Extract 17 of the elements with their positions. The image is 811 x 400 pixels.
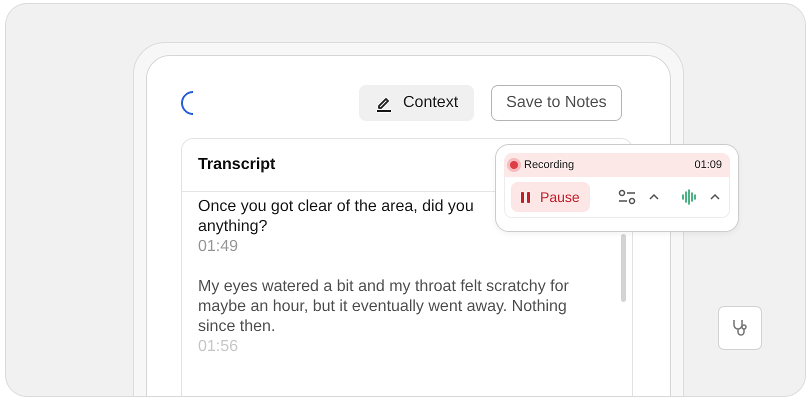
recording-dot-icon [510,161,518,169]
message-text: Once you got clear of the area, did you anything? [198,197,474,237]
elapsed-time: 01:09 [694,159,722,171]
sliders-icon [618,189,636,205]
chevron-up-icon[interactable] [709,193,721,201]
message-text: My eyes watered a bit and my throat felt scratchy for maybe an hour, but it eventually went away. Nothing since then. [198,277,569,337]
pause-button[interactable]: Pause [511,182,590,212]
waveform-icon [681,189,697,205]
chevron-up-icon[interactable] [648,193,660,201]
stethoscope-button[interactable] [718,306,762,350]
scrollbar[interactable] [621,234,626,302]
timestamp: 01:49 [198,237,238,257]
recording-status: Recording [524,159,574,171]
context-button[interactable]: Context [359,85,474,121]
transcript-title: Transcript [198,156,276,174]
save-button[interactable]: Save to Notes [491,85,622,121]
pause-icon [521,192,530,202]
